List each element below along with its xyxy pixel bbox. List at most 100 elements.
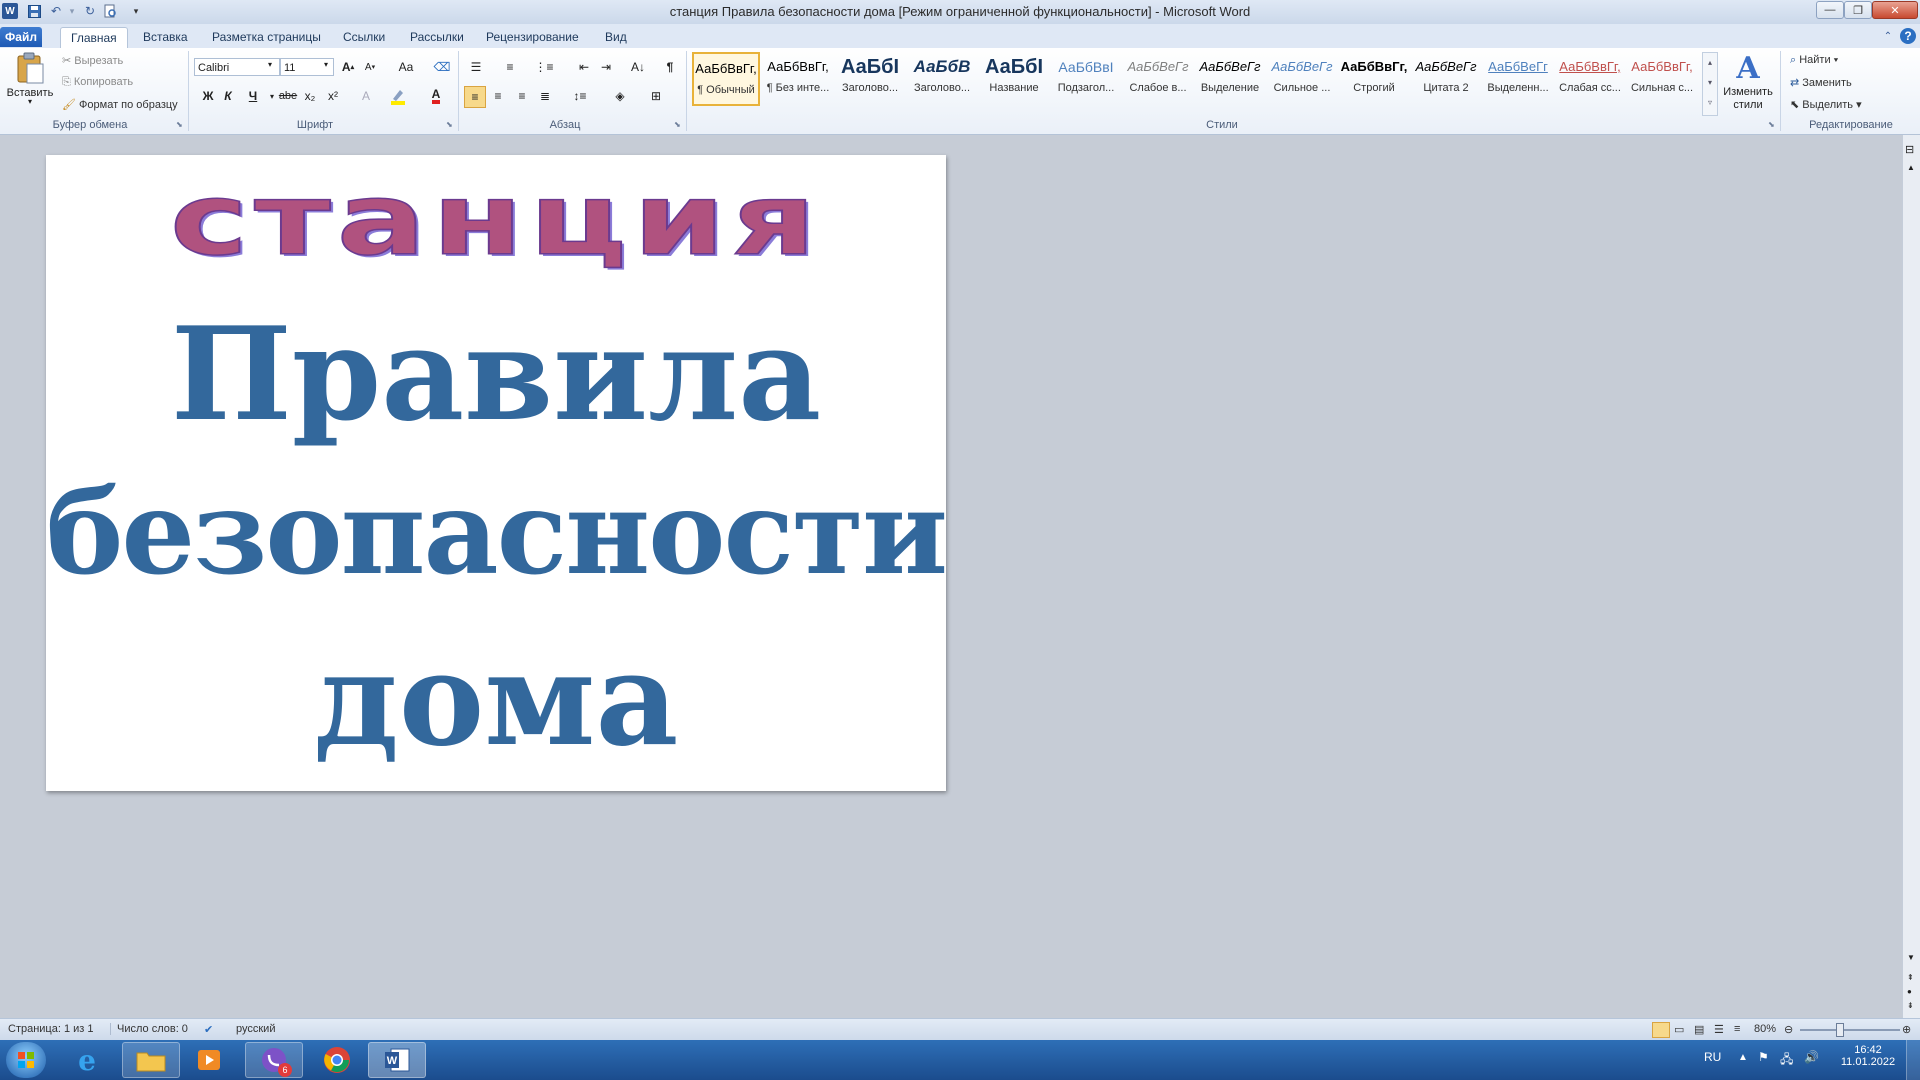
font-size-dropdown-icon[interactable]: ▾ [324, 60, 328, 69]
tab-review[interactable]: Рецензирование [486, 27, 579, 47]
subscript-button[interactable]: x₂ [300, 86, 320, 106]
paste-button[interactable]: Вставить ▾ [6, 52, 54, 116]
show-hidden-icons-icon[interactable]: ▲ [1738, 1052, 1748, 1063]
decrease-indent-icon[interactable]: ⇤ [574, 57, 594, 77]
document-page[interactable]: станция Правила безопасности дома [46, 155, 948, 791]
styles-more-icon[interactable]: ▿ [1703, 93, 1717, 113]
draft-view-icon[interactable]: ≡ [1734, 1023, 1740, 1035]
style-tile[interactable]: АаБбВвI Подзагол... [1052, 52, 1120, 106]
tab-home[interactable]: Главная [60, 27, 128, 48]
style-tile[interactable]: АаБбВвГг, Слабая сс... [1556, 52, 1624, 106]
font-name-dropdown-icon[interactable]: ▾ [268, 60, 272, 69]
tab-references[interactable]: Ссылки [343, 27, 385, 47]
action-center-flag-icon[interactable]: ⚑ [1758, 1050, 1769, 1064]
help-icon[interactable]: ? [1900, 28, 1916, 44]
tab-file[interactable]: Файл [0, 27, 42, 47]
show-desktop-button[interactable] [1906, 1040, 1920, 1080]
paragraph-launcher-icon[interactable]: ⬊ [674, 120, 681, 129]
styles-up-icon[interactable]: ▴ [1703, 53, 1717, 73]
styles-down-icon[interactable]: ▾ [1703, 73, 1717, 93]
tab-mailings[interactable]: Рассылки [410, 27, 464, 47]
minimize-button[interactable]: — [1816, 1, 1844, 19]
superscript-button[interactable]: x² [323, 86, 343, 106]
align-center-icon[interactable]: ≡ [488, 86, 508, 106]
font-launcher-icon[interactable]: ⬊ [446, 120, 453, 129]
text-effects-icon[interactable]: A [356, 86, 376, 106]
style-tile[interactable]: АаБбВвГг, ¶ Обычный [692, 52, 760, 106]
change-styles-button[interactable]: A Изменить стили [1722, 52, 1774, 116]
style-tile[interactable]: АаБбВвГг, Сильная с... [1628, 52, 1696, 106]
font-color-icon[interactable]: A [426, 86, 446, 106]
increase-indent-icon[interactable]: ⇥ [596, 57, 616, 77]
shading-icon[interactable]: ◈ [610, 86, 630, 106]
scroll-up-icon[interactable]: ▲ [1907, 163, 1915, 172]
start-orb-icon[interactable] [6, 1042, 46, 1078]
outline-view-icon[interactable]: ☰ [1714, 1023, 1724, 1036]
word-count[interactable]: Число слов: 0 [110, 1023, 188, 1035]
proofing-icon[interactable]: ✔ [204, 1023, 213, 1036]
viber-icon[interactable]: 6 [245, 1042, 303, 1078]
style-tile[interactable]: АаБбВеГг Сильное ... [1268, 52, 1336, 106]
wordart-title[interactable]: станция [46, 162, 946, 279]
styles-scroll[interactable]: ▴ ▾ ▿ [1702, 52, 1718, 116]
underline-button[interactable]: Ч [243, 86, 263, 106]
line-spacing-icon[interactable]: ↕≡ [570, 86, 590, 106]
align-left-icon[interactable]: ≡ [464, 86, 486, 108]
language-bar[interactable]: RU [1704, 1050, 1721, 1064]
chrome-icon[interactable] [308, 1042, 366, 1078]
format-painter-button[interactable]: 🖌 Формат по образцу [62, 98, 178, 111]
shrink-font-button[interactable]: A ▾ [360, 57, 380, 77]
style-tile[interactable]: АаБбВвГг, ¶ Без инте... [764, 52, 832, 106]
style-tile[interactable]: АаБбВеГг Цитата 2 [1412, 52, 1480, 106]
highlight-color-icon[interactable] [388, 86, 408, 106]
style-tile[interactable]: АаБбI Название [980, 52, 1048, 106]
show-marks-icon[interactable]: ¶ [660, 57, 680, 77]
justify-icon[interactable]: ≣ [535, 86, 555, 106]
word-taskbar-icon[interactable]: W [368, 1042, 426, 1078]
select-browse-object-icon[interactable]: ● [1907, 987, 1912, 996]
zoom-slider-thumb[interactable] [1835, 1023, 1844, 1037]
borders-icon[interactable]: ⊞ [646, 86, 666, 106]
ruler-toggle-icon[interactable]: ⊟ [1905, 143, 1914, 156]
tab-page-layout[interactable]: Разметка страницы [212, 27, 321, 47]
clear-formatting-icon[interactable]: ⌫ [432, 57, 452, 77]
numbering-icon[interactable]: ≡ [500, 57, 520, 77]
cut-button[interactable]: ✂ Вырезать [62, 54, 123, 67]
replace-button[interactable]: ⇄ Заменить [1790, 76, 1852, 89]
tab-insert[interactable]: Вставка [143, 27, 188, 47]
next-page-icon[interactable]: ⇟ [1907, 1001, 1914, 1010]
network-icon[interactable]: 🖧 [1780, 1050, 1793, 1071]
bold-button[interactable]: Ж [198, 86, 218, 106]
heading-line-3[interactable]: дома [46, 625, 946, 775]
heading-line-2[interactable]: безопасности [46, 465, 948, 601]
zoom-in-icon[interactable]: ⊕ [1902, 1023, 1911, 1036]
close-button[interactable]: ✕ [1872, 1, 1918, 19]
zoom-out-icon[interactable]: ⊖ [1784, 1023, 1793, 1036]
styles-launcher-icon[interactable]: ⬊ [1768, 120, 1775, 129]
style-tile[interactable]: АаБбВ Заголово... [908, 52, 976, 106]
restore-button[interactable]: ❐ [1844, 1, 1872, 19]
bullets-icon[interactable]: ☰ [466, 57, 486, 77]
sort-icon[interactable]: A↓ [628, 57, 648, 77]
strikethrough-button[interactable]: abe [278, 86, 298, 106]
internet-explorer-icon[interactable]: e [58, 1042, 116, 1078]
style-tile[interactable]: АаБбВеГг Выделение [1196, 52, 1264, 106]
zoom-slider[interactable] [1800, 1023, 1900, 1037]
clock[interactable]: 16:42 11.01.2022 [1838, 1044, 1898, 1068]
change-case-button[interactable]: Aa [392, 57, 420, 77]
copy-button[interactable]: ⎘ Копировать [62, 76, 133, 89]
italic-button[interactable]: К [218, 86, 238, 106]
style-tile[interactable]: АаБбВеГг Слабое в... [1124, 52, 1192, 106]
vertical-scrollbar[interactable]: ⊟ ▲ ▼ ⇞ ● ⇟ [1902, 135, 1920, 1018]
language-indicator[interactable]: русский [236, 1023, 275, 1035]
align-right-icon[interactable]: ≡ [512, 86, 532, 106]
style-tile[interactable]: АаБбI Заголово... [836, 52, 904, 106]
collapse-ribbon-icon[interactable]: ⌃ [1880, 28, 1896, 44]
full-screen-view-icon[interactable]: ▭ [1674, 1023, 1684, 1036]
page-count[interactable]: Страница: 1 из 1 [8, 1023, 94, 1035]
scroll-down-icon[interactable]: ▼ [1907, 953, 1915, 962]
style-tile[interactable]: АаБбВвГг, Строгий [1340, 52, 1408, 106]
style-tile[interactable]: АаБбВеГг Выделенн... [1484, 52, 1552, 106]
clipboard-launcher-icon[interactable]: ⬊ [176, 120, 183, 129]
zoom-level[interactable]: 80% [1754, 1023, 1776, 1035]
